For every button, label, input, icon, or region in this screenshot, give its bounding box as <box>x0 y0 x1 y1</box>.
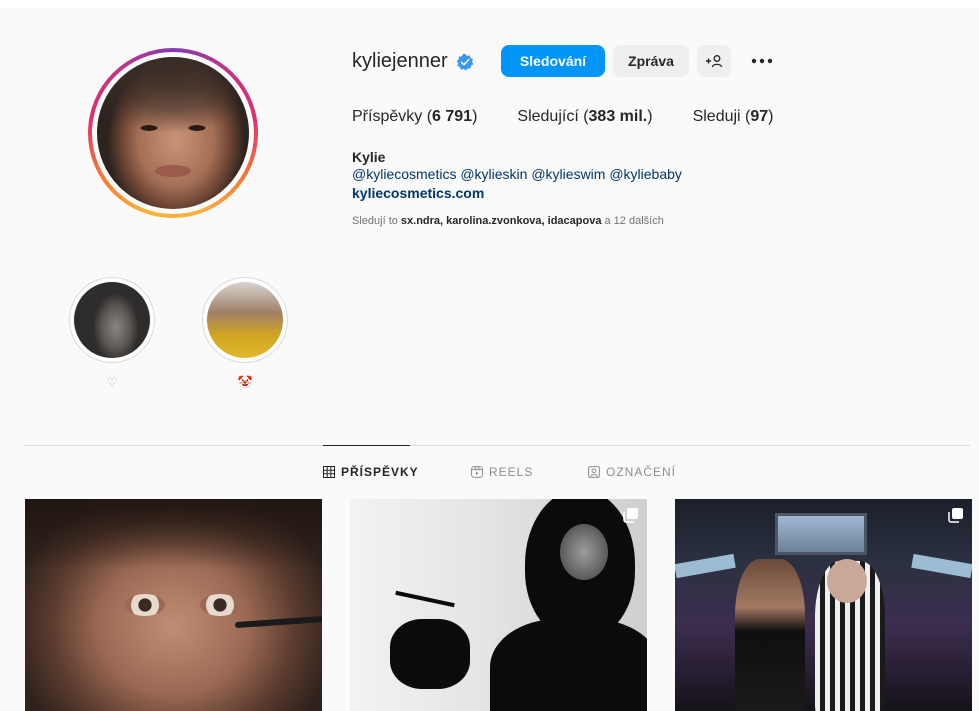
tab-reels-label: REELS <box>489 465 534 479</box>
carousel-icon <box>623 508 638 523</box>
verified-badge-icon <box>456 53 474 71</box>
avatar-photo <box>97 57 249 209</box>
post-thumbnail[interactable] <box>25 499 322 711</box>
followers-link[interactable]: Sledující (383 mil.) <box>517 108 652 126</box>
carousel-icon <box>948 508 963 523</box>
top-strip <box>0 0 979 8</box>
profile-avatar[interactable] <box>88 48 258 218</box>
avatar-ring-gap <box>92 52 254 214</box>
tabs-divider <box>25 445 970 446</box>
tagged-icon <box>588 466 600 478</box>
post-thumbnail[interactable] <box>350 499 647 711</box>
highlight-cover <box>207 282 283 358</box>
highlight-cover <box>74 282 150 358</box>
message-button[interactable]: Zpráva <box>613 45 689 77</box>
highlight-label: 🤡 <box>237 375 253 389</box>
more-options-icon <box>751 58 773 64</box>
more-options-button[interactable] <box>748 46 776 76</box>
tab-posts-label: PŘÍSPĚVKY <box>341 465 419 479</box>
following-link[interactable]: Sleduji (97) <box>693 108 774 126</box>
profile-stats: Příspěvky (6 791) Sledující (383 mil.) S… <box>352 108 814 126</box>
story-highlight[interactable] <box>69 277 155 363</box>
story-highlight[interactable] <box>202 277 288 363</box>
tab-tagged[interactable]: OZNAČENÍ <box>588 465 676 479</box>
followed-by-text[interactable]: Sledují to sx.ndra, karolina.zvonkova, i… <box>352 215 664 227</box>
tab-tagged-label: OZNAČENÍ <box>606 465 677 479</box>
bio-full-name: Kylie <box>352 149 386 165</box>
post-thumbnail[interactable] <box>675 499 972 711</box>
reels-icon <box>471 466 483 478</box>
posts-count: Příspěvky (6 791) <box>352 108 478 125</box>
active-tab-indicator <box>323 445 410 446</box>
tab-reels[interactable]: REELS <box>471 465 533 479</box>
add-person-icon <box>706 55 723 68</box>
profile-username: kyliejenner <box>352 50 448 72</box>
highlight-label: ♡ <box>106 375 118 389</box>
bio-website-link[interactable]: kyliecosmetics.com <box>352 185 484 201</box>
suggest-users-button[interactable] <box>697 45 731 77</box>
tab-posts[interactable]: PŘÍSPĚVKY <box>323 465 419 479</box>
grid-icon <box>323 466 335 478</box>
bio-mentions[interactable]: @kyliecosmetics @kylieskin @kylieswim @k… <box>352 166 682 182</box>
following-button[interactable]: Sledování <box>501 45 605 77</box>
